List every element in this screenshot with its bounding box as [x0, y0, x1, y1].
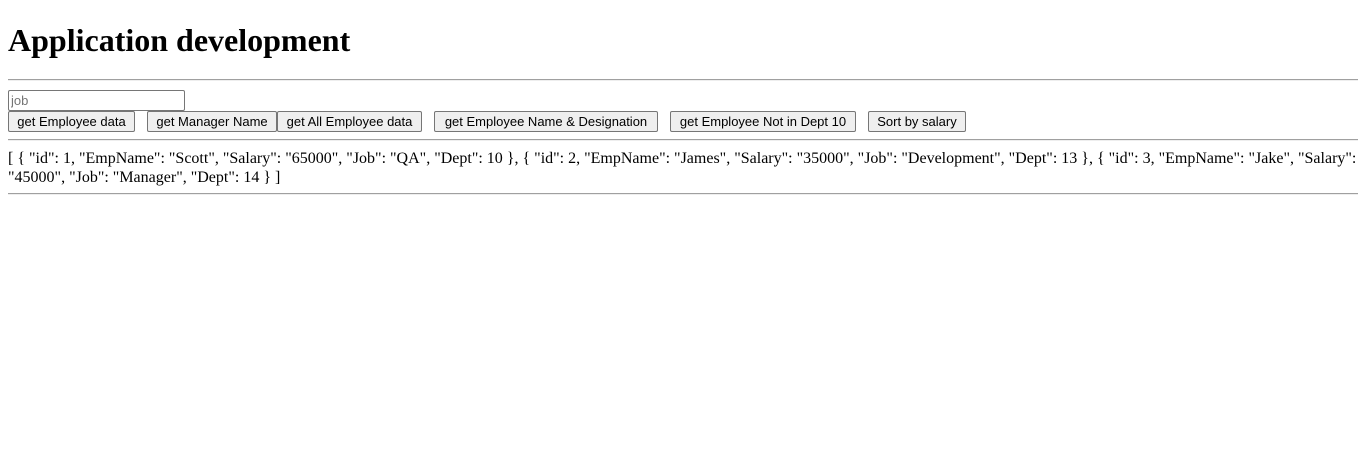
divider-bottom — [8, 193, 1358, 195]
divider-middle — [8, 139, 1358, 141]
get-employee-name-designation-button[interactable]: get Employee Name & Designation — [434, 111, 658, 132]
job-input[interactable] — [8, 90, 185, 111]
get-employee-not-in-dept-10-button[interactable]: get Employee Not in Dept 10 — [670, 111, 856, 132]
get-all-employee-data-button[interactable]: get All Employee data — [277, 111, 422, 132]
divider-top — [8, 79, 1358, 81]
get-employee-data-button[interactable]: get Employee data — [8, 111, 135, 132]
page-title: Application development — [8, 22, 351, 58]
get-manager-name-button[interactable]: get Manager Name — [147, 111, 277, 132]
json-output: [ { "id": 1, "EmpName": "Scott", "Salary… — [8, 150, 1357, 186]
sort-by-salary-button[interactable]: Sort by salary — [868, 111, 966, 132]
